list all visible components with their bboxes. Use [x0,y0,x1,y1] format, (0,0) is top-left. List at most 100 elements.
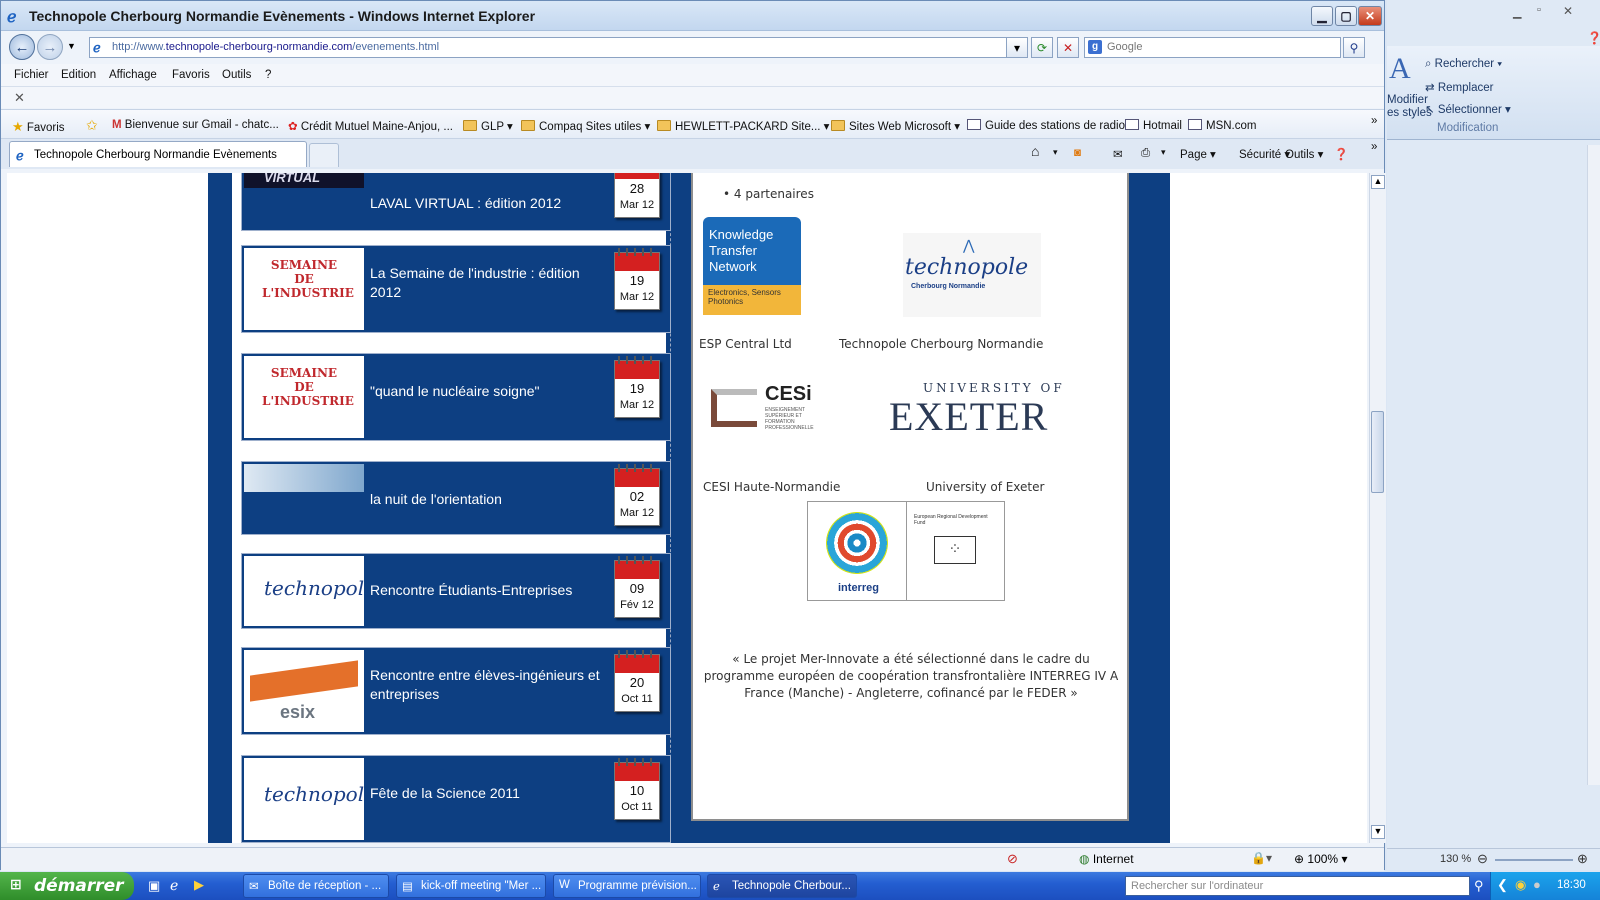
select-button[interactable]: ↖ Sélectionner ▾ [1425,102,1511,116]
tray-status-icon[interactable]: ● [1533,877,1541,892]
desktop-search-input[interactable]: Rechercher sur l'ordinateur [1125,876,1470,896]
minimize-button[interactable]: ▁ [1311,6,1333,26]
menu-help[interactable]: ? [265,69,271,81]
quicklaunch-media-icon[interactable]: ▶ [194,877,204,893]
menu-fichier[interactable]: Fichier [14,69,49,81]
taskbar-item-kickoff[interactable]: ▤ kick-off meeting "Mer ... [396,874,546,898]
popup-blocker-icon[interactable]: ⊘ [1007,851,1018,867]
event-title[interactable]: "quand le nucléaire soigne" [370,382,610,401]
fav-microsoft[interactable]: Sites Web Microsoft ▾ [831,119,960,133]
menu-favoris[interactable]: Favoris [172,69,210,81]
event-item[interactable]: esix Rencontre entre élèves-ingénieurs e… [241,647,671,735]
fav-radio[interactable]: Guide des stations de radio [967,119,1125,132]
address-bar[interactable]: ℯ http://www.technopole-cherbourg-norman… [89,37,1019,58]
outlook-icon: ✉ [249,881,259,893]
more-favorites-chevron-icon[interactable]: » [1371,115,1377,127]
print-dropdown-icon[interactable]: ▾ [1161,147,1166,158]
scroll-down-icon[interactable]: ▼ [1371,825,1385,839]
fav-compaq[interactable]: Compaq Sites utiles ▾ [521,119,650,133]
word-scrollbar[interactable] [1587,145,1600,785]
title-bar[interactable]: ℯ Technopole Cherbourg Normandie Evèneme… [1,1,1384,31]
menu-edition[interactable]: Edition [61,69,96,81]
search-icon[interactable]: ⚲ [1343,37,1365,58]
protected-mode-icon[interactable]: 🔒▾ [1251,851,1272,865]
event-item[interactable]: technopole Rencontre Étudiants-Entrepris… [241,553,671,629]
change-styles-icon[interactable]: A [1389,52,1411,86]
favorites-button[interactable]: ★ Favoris [12,119,65,135]
word-minimize-icon[interactable]: ▁ [1513,6,1521,19]
close-window-button[interactable]: ✕ [1358,6,1382,26]
refresh-button[interactable]: ⟳ [1031,37,1053,58]
zoom-in-icon[interactable]: ⊕ [1577,851,1588,867]
technopole-logo-mark: ⋀ [963,237,975,253]
replace-button[interactable]: ⇄ Remplacer [1425,80,1493,94]
vertical-scrollbar[interactable]: ▲ ▼ [1369,173,1386,843]
taskbar-item-inbox[interactable]: ✉ Boîte de réception - ... [243,874,389,898]
rss-icon[interactable]: ◙ [1074,147,1081,159]
more-commands-chevron-icon[interactable]: » [1371,141,1377,153]
zone-indicator[interactable]: ◍ Internet [1079,852,1134,866]
fav-hp[interactable]: HEWLETT-PACKARD Site... ▾ [657,119,829,133]
print-icon[interactable]: ⎙ [1141,147,1150,160]
security-menu-button[interactable]: Sécurité ▾ [1239,147,1290,161]
find-button[interactable]: ⌕ Rechercher ▾ [1425,58,1502,71]
fav-glp[interactable]: GLP ▾ [463,119,513,133]
tools-menu-button[interactable]: Outils ▾ [1285,147,1323,161]
forward-button[interactable]: → [37,34,63,60]
calendar-rings [618,650,656,658]
word-maximize-icon[interactable]: ▫ [1537,4,1541,16]
new-tab-button[interactable] [309,143,339,167]
binoculars-icon: ⌕ [1425,58,1432,70]
event-item[interactable]: SEMAINE DE L'INDUSTRIE "quand le nucléai… [241,353,671,441]
tab-technopole[interactable]: ℯ Technopole Cherbourg Normandie Evèneme… [9,141,307,167]
event-title[interactable]: La Semaine de l'industrie : édition 2012 [370,264,610,302]
stop-button[interactable]: ✕ [1057,37,1079,58]
address-dropdown-button[interactable]: ▾ [1006,37,1028,58]
address-prefix: http://www. [112,41,166,53]
maximize-button[interactable]: ▢ [1335,6,1357,26]
event-item[interactable]: technopole Fête de la Science 2011 10 Oc… [241,755,671,843]
zoom-control[interactable]: ⊕ 100% ▾ [1294,852,1347,866]
add-favorite-icon[interactable]: ✩ [86,117,98,134]
back-button[interactable]: ← [9,34,35,60]
fav-credit-mutuel[interactable]: ✿ Crédit Mutuel Maine-Anjou, ... [288,119,453,133]
home-icon[interactable]: ⌂ [1031,143,1039,159]
ie-logo-icon: ℯ [7,9,17,26]
quicklaunch-ie-icon[interactable]: ℯ [170,877,178,894]
menu-outils[interactable]: Outils [222,69,251,81]
event-title[interactable]: LAVAL VIRTUAL : édition 2012 [370,194,610,213]
menu-affichage[interactable]: Affichage [109,69,157,81]
zoom-out-icon[interactable]: ⊖ [1477,851,1488,867]
event-title[interactable]: la nuit de l'orientation [370,490,610,509]
event-item[interactable]: la nuit de l'orientation 02 Mar 12 [241,461,671,535]
scrollbar-thumb[interactable] [1371,411,1384,493]
close-icon[interactable]: ✕ [14,90,25,106]
event-title[interactable]: Fête de la Science 2011 [370,784,610,803]
fav-hotmail[interactable]: Hotmail [1125,119,1182,132]
zoom-slider[interactable] [1495,859,1573,861]
word-close-icon[interactable]: ✕ [1563,4,1573,18]
event-item[interactable]: SEMAINE DE L'INDUSTRIE La Semaine de l'i… [241,245,671,333]
tray-back-icon[interactable]: ❮ [1497,877,1508,893]
fav-gmail[interactable]: M Bienvenue sur Gmail - chatc... [112,119,279,131]
event-title[interactable]: Rencontre entre élèves-ingénieurs et ent… [370,666,610,704]
help-icon[interactable]: ❓ [1334,147,1348,161]
tray-app-icon[interactable]: ◉ [1515,877,1526,893]
start-button[interactable]: ⊞ démarrer [0,872,134,900]
taskbar-item-technopole[interactable]: ℯ Technopole Cherbour... [707,874,857,898]
fav-msn[interactable]: MSN.com [1188,119,1256,132]
word-help-icon[interactable]: ❓ [1587,31,1600,45]
event-item[interactable]: VIRTUAL LAVAL VIRTUAL : édition 2012 28 … [241,173,671,231]
scroll-up-icon[interactable]: ▲ [1371,175,1385,189]
taskbar-item-programme[interactable]: W Programme prévision... [553,874,701,898]
recent-pages-dropdown-icon[interactable]: ▼ [67,41,76,51]
change-styles-label[interactable]: Modifier [1387,94,1428,106]
search-input[interactable]: g Google [1084,37,1341,58]
calendar-rings [618,556,656,564]
desktop-search-icon[interactable]: ⚲ [1474,878,1484,894]
event-title[interactable]: Rencontre Étudiants-Entreprises [370,581,610,600]
show-desktop-icon[interactable]: ▣ [148,878,160,894]
mail-icon[interactable]: ✉ [1113,147,1123,161]
page-menu-button[interactable]: Page ▾ [1180,147,1216,161]
home-dropdown-icon[interactable]: ▾ [1053,147,1058,158]
